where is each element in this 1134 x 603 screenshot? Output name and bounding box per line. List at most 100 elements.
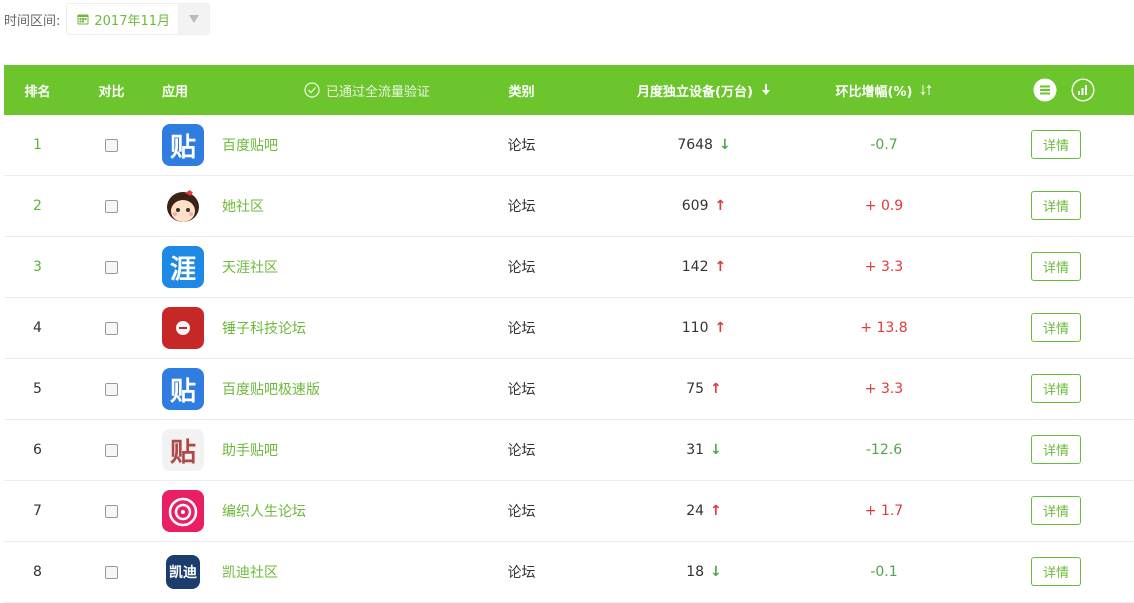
devices-cell: 75 ↑ [686, 381, 722, 397]
category-cell: 论坛 [507, 199, 536, 215]
zhushou-tieba-icon: 贴 [162, 429, 204, 471]
category-cell: 论坛 [507, 504, 536, 520]
header-devices[interactable]: 月度独立设备(万台) [594, 65, 814, 115]
app-name-link[interactable]: 锤子科技论坛 [222, 298, 306, 358]
devices-cell: 609 ↑ [681, 198, 727, 214]
devices-cell: 31 ↓ [686, 442, 722, 458]
arrow-up-icon: ↑ [714, 259, 727, 275]
table-row: 4 锤子科技论坛 论坛 110 ↑ + 13.8 详情 [4, 298, 1134, 359]
arrow-up-icon: ↑ [714, 320, 727, 336]
view-switch [1019, 65, 1109, 115]
header-app: 应用 [162, 84, 189, 100]
change-cell: + 0.9 [864, 198, 904, 214]
detail-button[interactable]: 详情 [1031, 252, 1081, 281]
change-cell: -12.6 [865, 442, 903, 458]
compare-checkbox[interactable] [105, 382, 118, 396]
rank-cell: 8 [33, 564, 42, 580]
month-value: 2017年11月 [94, 13, 171, 29]
table-row: 6 贴助手贴吧 论坛 31 ↓ -12.6 详情 [4, 420, 1134, 481]
change-cell: + 13.8 [860, 320, 908, 336]
change-cell: -0.1 [870, 564, 898, 580]
compare-checkbox[interactable] [105, 321, 118, 335]
rank-cell: 3 [33, 259, 42, 275]
change-cell: -0.7 [870, 137, 898, 153]
arrow-down-icon: ↓ [710, 564, 722, 580]
category-cell: 论坛 [507, 260, 536, 276]
app-name-link[interactable]: 助手贴吧 [222, 420, 278, 480]
ranking-table: 排名 对比 应用 已通过全流量验证 类别 月度独立设备(万台) 环比增幅(%) [4, 65, 1134, 603]
compare-checkbox[interactable] [105, 260, 118, 274]
category-cell: 论坛 [507, 443, 536, 459]
list-view-icon[interactable] [1033, 78, 1057, 102]
table-header: 排名 对比 应用 已通过全流量验证 类别 月度独立设备(万台) 环比增幅(%) [4, 65, 1134, 115]
table-row: 3 涯天涯社区 论坛 142 ↑ + 3.3 详情 [4, 237, 1134, 298]
compare-checkbox[interactable] [105, 504, 118, 518]
header-rank[interactable]: 排名 [4, 65, 71, 115]
table-row: 5 贴百度贴吧极速版 论坛 75 ↑ + 3.3 详情 [4, 359, 1134, 420]
time-range-label: 时间区间: [4, 13, 61, 29]
tieba-icon: 贴 [162, 124, 204, 166]
table-row: 8 凯迪 凯迪社区 论坛 18 ↓ -0.1 详情 [4, 542, 1134, 603]
table-row: 2 她社区 论坛 609 ↑ + 0.9 详情 [4, 176, 1134, 237]
change-cell: + 3.3 [864, 259, 904, 275]
table-row: 1 贴百度贴吧 论坛 7648 ↓ -0.7 详情 [4, 115, 1134, 176]
devices-cell: 142 ↑ [681, 259, 727, 275]
rank-cell: 6 [33, 442, 42, 458]
header-category: 类别 [508, 84, 535, 100]
devices-cell: 7648 ↓ [677, 137, 731, 153]
compare-checkbox[interactable] [105, 199, 118, 213]
detail-button[interactable]: 详情 [1031, 496, 1081, 525]
verified-label: 已通过全流量验证 [326, 84, 431, 100]
verified-filter[interactable]: 已通过全流量验证 [304, 65, 464, 115]
tieba-lite-icon: 贴 [162, 368, 204, 410]
header-compare: 对比 [98, 84, 125, 100]
app-name-link[interactable]: 天涯社区 [222, 237, 278, 297]
check-circle-icon [304, 82, 320, 98]
change-cell: + 3.3 [864, 381, 904, 397]
rank-cell: 4 [33, 320, 42, 336]
category-cell: 论坛 [507, 138, 536, 154]
rank-cell: 2 [33, 198, 42, 214]
table-row: 7 编织人生论坛 论坛 24 ↑ + 1.7 详情 [4, 481, 1134, 542]
arrow-down-icon: ↓ [718, 137, 731, 153]
detail-button[interactable]: 详情 [1031, 313, 1081, 342]
caret-down-icon [189, 15, 200, 23]
arrow-down-icon: ↓ [710, 442, 722, 458]
category-cell: 论坛 [507, 321, 536, 337]
app-name-link[interactable]: 百度贴吧极速版 [222, 359, 320, 419]
header-change[interactable]: 环比增幅(%) [804, 65, 964, 115]
arrow-up-icon: ↑ [710, 381, 722, 397]
sort-down-icon [761, 84, 770, 95]
detail-button[interactable]: 详情 [1031, 191, 1081, 220]
month-picker[interactable]: 2017年11月 [66, 3, 211, 35]
category-cell: 论坛 [507, 565, 536, 581]
detail-button[interactable]: 详情 [1031, 557, 1081, 586]
arrow-up-icon: ↑ [714, 198, 727, 214]
table-body: 1 贴百度贴吧 论坛 7648 ↓ -0.7 详情 2 她社区 论坛 609 ↑ + 0.9 详情 3 涯天涯… [4, 115, 1134, 603]
tashequ-icon [162, 185, 204, 227]
detail-button[interactable]: 详情 [1031, 374, 1081, 403]
chart-view-icon[interactable] [1071, 78, 1095, 102]
app-name-link[interactable]: 编织人生论坛 [222, 481, 306, 541]
smartisan-icon [162, 307, 204, 349]
change-cell: + 1.7 [864, 503, 904, 519]
rank-cell: 1 [33, 137, 42, 153]
month-dropdown-button[interactable] [178, 4, 210, 34]
app-name-link[interactable]: 凯迪社区 [222, 542, 278, 602]
tianya-icon: 涯 [162, 246, 204, 288]
compare-checkbox[interactable] [105, 138, 118, 152]
compare-checkbox[interactable] [105, 565, 118, 579]
app-name-link[interactable]: 她社区 [222, 176, 264, 236]
detail-button[interactable]: 详情 [1031, 130, 1081, 159]
devices-cell: 24 ↑ [686, 503, 722, 519]
bianzhi-icon [162, 490, 204, 532]
calendar-icon [77, 14, 89, 25]
compare-checkbox[interactable] [105, 443, 118, 457]
arrow-up-icon: ↑ [710, 503, 722, 519]
rank-cell: 5 [33, 381, 42, 397]
devices-cell: 110 ↑ [681, 320, 727, 336]
kaidi-icon: 凯迪 [166, 555, 200, 589]
app-name-link[interactable]: 百度贴吧 [222, 115, 278, 175]
detail-button[interactable]: 详情 [1031, 435, 1081, 464]
time-filter: 时间区间: 2017年11月 [4, 3, 211, 35]
